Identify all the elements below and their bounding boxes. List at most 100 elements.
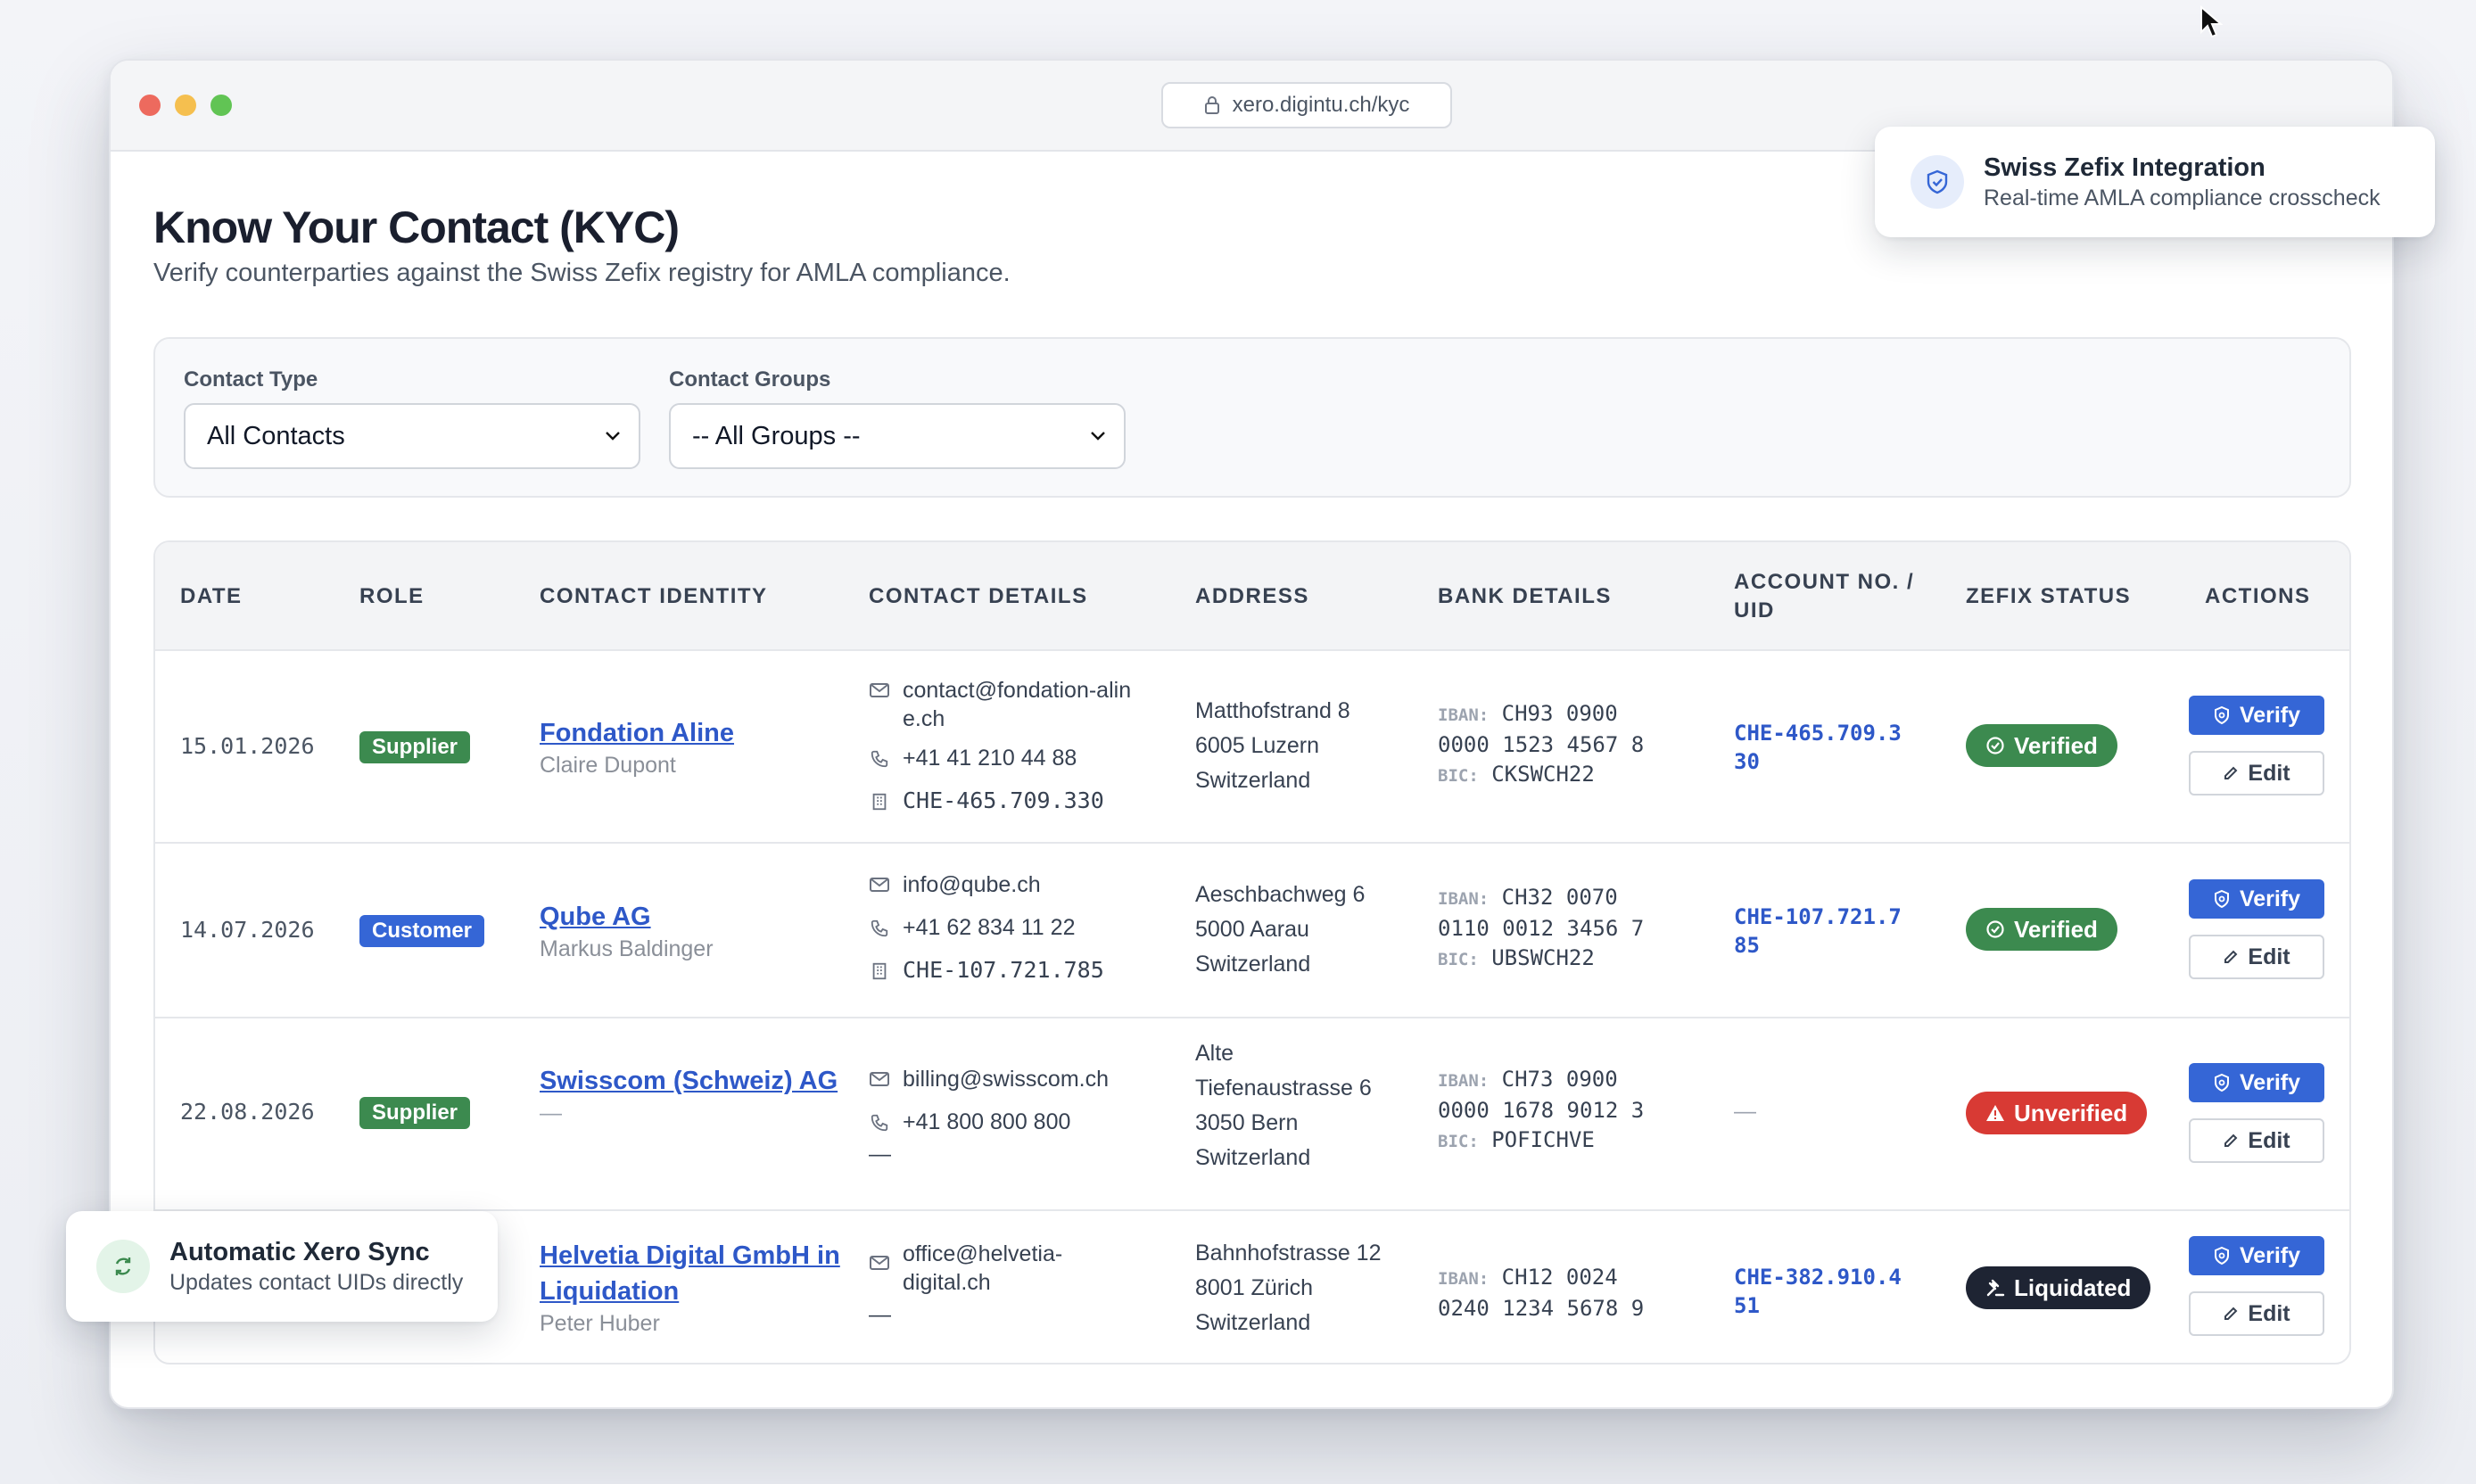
uid-line: CHE-107.721.785 (869, 956, 1136, 985)
minimize-window-button[interactable] (175, 95, 196, 116)
iban-line-1: CH32 0070 (1501, 885, 1618, 910)
shield-icon (2214, 1246, 2229, 1266)
contact-person: — (540, 1101, 562, 1125)
address-line: Alte (1195, 1041, 1234, 1066)
gavel-icon (1986, 1279, 2005, 1297)
contact-phone: +41 41 210 44 88 (903, 746, 1077, 771)
bic-label: BIC: (1438, 766, 1479, 786)
page-title: Know Your Contact (KYC) (153, 202, 680, 252)
status-badge: Liquidated (1966, 1266, 2151, 1309)
zefix-toast-desc: Real-time AMLA compliance crosscheck (1984, 186, 2381, 210)
pencil-icon (2224, 1307, 2238, 1320)
contact-type-select[interactable]: All Contacts (184, 403, 640, 469)
url-text: xero.digintu.ch/kyc (1232, 93, 1410, 117)
email-line: office@helvetia-digital.ch (869, 1240, 1136, 1297)
email-line: info@qube.ch (869, 870, 1136, 899)
verify-button[interactable]: Verify (2189, 696, 2324, 735)
account-uid: — (1734, 1099, 1756, 1124)
contact-email[interactable]: contact@fondation-aline.ch (903, 676, 1136, 733)
contact-person: Claire Dupont (540, 753, 676, 778)
table-row: 22.08.2026 Supplier Swisscom (Schweiz) A… (155, 1018, 2349, 1211)
contact-groups-filter: Contact Groups -- All Groups -- (669, 367, 1126, 469)
edit-label: Edit (2248, 1127, 2290, 1153)
phone-line: +41 800 800 800 (869, 1108, 1136, 1136)
verify-label: Verify (2239, 886, 2301, 911)
iban-line-1: CH12 0024 (1501, 1265, 1618, 1290)
maximize-window-button[interactable] (210, 95, 232, 116)
chevron-down-icon (606, 432, 620, 441)
contact-groups-select[interactable]: -- All Groups -- (669, 403, 1126, 469)
contact-phone: +41 62 834 11 22 (903, 915, 1076, 940)
table-header: DATE ROLE CONTACT IDENTITY CONTACT DETAI… (155, 542, 2349, 651)
header-date: DATE (180, 584, 243, 608)
contact-groups-label: Contact Groups (669, 367, 831, 392)
browser-window: xero.digintu.ch/kyc Know Your Contact (K… (109, 59, 2394, 1409)
address-line: Switzerland (1195, 768, 1311, 793)
verify-label: Verify (2239, 702, 2301, 728)
edit-button[interactable]: Edit (2189, 935, 2324, 979)
mail-icon (870, 1072, 889, 1086)
shield-check-icon (1911, 155, 1964, 209)
header-address: ADDRESS (1195, 584, 1309, 608)
check-circle-icon (1986, 737, 2004, 754)
contact-email[interactable]: office@helvetia-digital.ch (903, 1240, 1099, 1297)
address-bar[interactable]: xero.digintu.ch/kyc (1161, 82, 1452, 128)
phone-icon (871, 919, 888, 937)
bank-block: IBAN: CH32 0070 0110 0012 3456 7 BIC: UB… (1438, 883, 1644, 975)
address-block: Bahnhofstrasse 12 8001 Zürich Switzerlan… (1195, 1236, 1381, 1340)
phone-icon (871, 1114, 888, 1132)
iban-label: IBAN: (1438, 705, 1490, 725)
bic-value: UBSWCH22 (1491, 945, 1595, 970)
mouse-cursor-icon (2200, 5, 2223, 38)
contact-uid: — (869, 1142, 891, 1167)
contact-email[interactable]: info@qube.ch (903, 870, 1041, 899)
address-block: Matthofstrand 8 6005 Luzern Switzerland (1195, 694, 1350, 798)
verify-button[interactable]: Verify (2189, 1063, 2324, 1102)
email-line: billing@swisscom.ch (869, 1065, 1136, 1093)
contact-groups-value: -- All Groups -- (692, 421, 861, 450)
row-date: 22.08.2026 (180, 1099, 315, 1125)
contact-email[interactable]: billing@swisscom.ch (903, 1065, 1109, 1093)
pencil-icon (2224, 1134, 2238, 1147)
shield-icon (2214, 705, 2229, 725)
zefix-toast-title: Swiss Zefix Integration (1984, 153, 2266, 182)
address-line: 6005 Luzern (1195, 733, 1320, 758)
verify-button[interactable]: Verify (2189, 879, 2324, 919)
xero-sync-toast: Automatic Xero Sync Updates contact UIDs… (66, 1211, 498, 1322)
edit-button[interactable]: Edit (2189, 751, 2324, 796)
contact-person: Peter Huber (540, 1311, 660, 1336)
iban-line-2: 0110 0012 3456 7 (1438, 916, 1645, 941)
close-window-button[interactable] (139, 95, 161, 116)
iban-line-2: 0000 1678 9012 3 (1438, 1098, 1645, 1123)
iban-line-1: CH93 0900 (1501, 701, 1618, 726)
iban-label: IBAN: (1438, 1071, 1490, 1091)
contact-name-link[interactable]: Helvetia Digital GmbH in Liquidation (540, 1238, 843, 1309)
bank-block: IBAN: CH93 0900 0000 1523 4567 8 BIC: CK… (1438, 699, 1644, 791)
verify-button[interactable]: Verify (2189, 1236, 2324, 1275)
contact-name-link[interactable]: Swisscom (Schweiz) AG (540, 1063, 843, 1099)
iban-line-2: 0000 1523 4567 8 (1438, 732, 1645, 757)
row-date: 14.07.2026 (180, 917, 315, 943)
bic-value: POFICHVE (1491, 1127, 1595, 1152)
role-badge: Supplier (359, 1097, 471, 1129)
account-uid[interactable]: CHE-465.709.330 (1734, 719, 1903, 776)
address-line: Bahnhofstrasse 12 (1195, 1241, 1382, 1266)
account-uid[interactable]: CHE-382.910.451 (1734, 1263, 1903, 1320)
iban-label: IBAN: (1438, 889, 1490, 909)
contact-name-link[interactable]: Qube AG (540, 899, 843, 935)
header-actions: ACTIONS (2205, 584, 2311, 608)
bic-label: BIC: (1438, 950, 1479, 969)
filter-panel: Contact Type All Contacts Contact Groups… (153, 337, 2351, 498)
shield-icon (2214, 889, 2229, 909)
lock-icon (1204, 96, 1219, 114)
contact-name-link[interactable]: Fondation Aline (540, 715, 843, 751)
pencil-icon (2224, 950, 2238, 963)
edit-button[interactable]: Edit (2189, 1118, 2324, 1163)
address-line: 8001 Zürich (1195, 1275, 1314, 1300)
edit-button[interactable]: Edit (2189, 1291, 2324, 1336)
status-badge: Unverified (1966, 1092, 2148, 1134)
contact-uid: CHE-107.721.785 (903, 957, 1104, 983)
account-uid[interactable]: CHE-107.721.785 (1734, 903, 1903, 960)
table-row: 14.07.2026 Customer Qube AG Markus Baldi… (155, 844, 2349, 1018)
address-line: Switzerland (1195, 1310, 1311, 1335)
